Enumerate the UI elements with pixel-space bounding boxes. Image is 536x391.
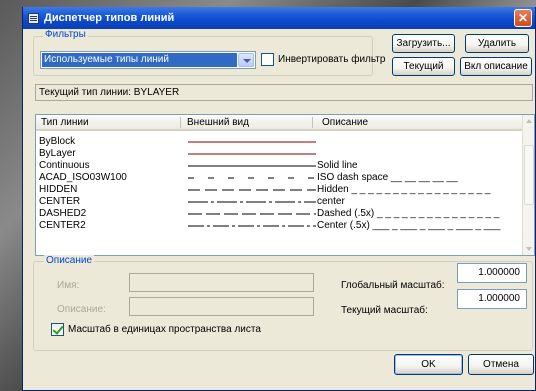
name-field [129,273,314,292]
table-row[interactable]: Continuous Solid line [36,160,524,172]
linetype-preview [188,225,316,227]
linetype-preview [188,141,316,143]
linetype-preview [188,213,316,215]
invert-filter-label: Инвертировать фильтр [278,54,386,65]
linetype-name: Continuous [39,160,90,171]
list-header: Тип линии Внешний вид Описание [36,115,524,131]
title-bar[interactable]: Диспетчер типов линий ✕ [23,7,535,29]
linetype-list[interactable]: Тип линии Внешний вид Описание ByBlock B… [35,114,535,256]
linetype-preview [188,189,316,191]
linetype-preview [188,177,316,179]
linetype-name: ByLayer [39,148,76,159]
linetype-name: CENTER [39,196,81,207]
scroll-thumb[interactable] [524,145,534,205]
linetype-name: DASHED2 [39,208,87,219]
current-linetype-bar: Текущий тип линии: BYLAYER [35,84,533,101]
global-scale-label: Глобальный масштаб: [341,280,445,291]
linetype-name: ByBlock [39,136,76,147]
col-header-appearance[interactable]: Внешний вид [187,116,249,129]
list-scrollbar[interactable] [522,115,534,255]
current-scale-label: Текущий масштаб: [341,305,428,316]
table-row[interactable]: CENTER center [36,196,524,208]
paper-space-units-label: Масштаб в единицах пространства листа [68,324,261,335]
show-details-button[interactable]: Вкл описание [460,57,532,76]
invert-filter-checkbox[interactable] [261,53,274,66]
filter-combobox[interactable]: Используемые типы линий [40,51,256,69]
table-row[interactable]: HIDDEN Hidden _ _ _ _ _ _ _ _ _ _ _ _ _ … [36,184,524,196]
description-field [129,297,314,316]
linetype-name: HIDDEN [39,184,78,195]
dialog-title: Диспетчер типов линий [44,12,175,24]
cancel-button[interactable]: Отмена [468,354,534,375]
table-row[interactable]: ByLayer [36,148,524,160]
description-label: Описание: [57,304,106,315]
name-label: Имя: [57,280,80,291]
linetype-description: Solid line [317,160,358,171]
paper-space-units-checkbox[interactable] [51,323,64,336]
scroll-down-icon[interactable] [523,243,534,255]
table-row[interactable]: ACAD_ISO03W100 ISO dash space __ __ __ _… [36,172,524,184]
set-current-button[interactable]: Текущий [392,57,455,76]
linetype-name: CENTER2 [39,220,86,231]
col-header-description[interactable]: Описание [322,116,368,129]
chevron-down-icon[interactable] [238,53,254,67]
linetype-preview [188,165,316,167]
linetype-description: center [317,196,345,207]
linetype-preview [188,201,316,203]
col-separator[interactable] [312,117,313,128]
col-separator[interactable] [180,117,181,128]
linetype-description: Hidden _ _ _ _ _ _ _ _ _ _ _ _ _ _ _ _ _ [317,184,491,195]
linetype-name: ACAD_ISO03W100 [39,172,127,183]
global-scale-input[interactable]: 1.000000 [457,263,527,283]
linetype-description: ISO dash space __ __ __ __ __ [317,172,458,183]
scroll-up-icon[interactable] [523,115,534,127]
delete-button[interactable]: Удалить [465,34,529,53]
col-header-linetype[interactable]: Тип линии [41,116,89,129]
app-icon [28,12,39,24]
load-button[interactable]: Загрузить... [392,34,455,53]
linetype-description: Dashed (.5x) _ _ _ _ _ _ _ _ _ _ _ _ _ _… [317,208,500,219]
close-button[interactable]: ✕ [514,9,532,27]
table-row[interactable]: DASHED2 Dashed (.5x) _ _ _ _ _ _ _ _ _ _… [36,208,524,220]
linetype-preview [188,153,316,155]
linetype-description: Center (.5x) ___ _ ___ _ ___ _ ___ _ ___ [317,220,501,231]
ok-button[interactable]: OK [394,354,463,375]
details-group-label: Описание [44,255,95,266]
table-row[interactable]: CENTER2 Center (.5x) ___ _ ___ _ ___ _ _… [36,220,524,232]
current-scale-input[interactable]: 1.000000 [457,289,527,309]
table-row[interactable]: ByBlock [36,136,524,148]
current-linetype-text: Текущий тип линии: BYLAYER [39,87,180,98]
filters-group-label: Фильтры [43,29,88,40]
linetype-manager-dialog: Диспетчер типов линий ✕ Фильтры Использу… [22,7,536,391]
filter-selected-value: Используемые типы линий [42,53,237,67]
